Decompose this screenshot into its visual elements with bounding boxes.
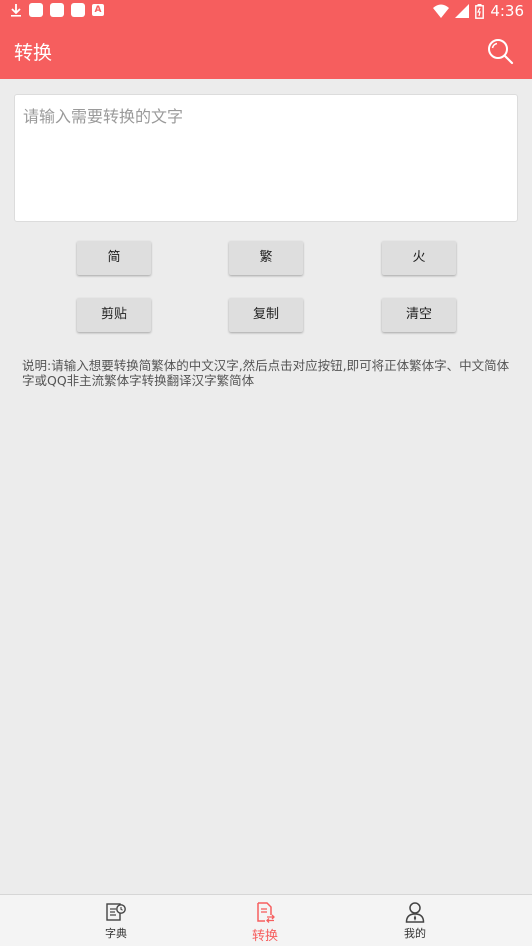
- convert-icon: [257, 902, 275, 923]
- text-input-card: [14, 94, 518, 222]
- nav-item-profile[interactable]: 我的: [375, 901, 455, 941]
- nav-label-convert: 转换: [251, 929, 278, 944]
- search-icon[interactable]: [486, 37, 514, 65]
- signal-icon: [455, 4, 470, 18]
- nav-label-profile: 我的: [404, 927, 426, 940]
- paste-button[interactable]: 剪贴: [77, 298, 151, 332]
- status-bar-left-icons: A: [10, 3, 104, 17]
- mars-text-button[interactable]: 火: [382, 241, 456, 275]
- status-bar: A 4:36: [0, 0, 532, 24]
- wifi-icon: [433, 4, 450, 18]
- battery-icon: [475, 3, 485, 19]
- bottom-nav: 字典 转换 我的: [0, 894, 532, 946]
- traditional-button[interactable]: 繁: [229, 241, 303, 275]
- notification-icon: [29, 3, 43, 17]
- nav-item-dictionary[interactable]: 字典: [76, 901, 156, 941]
- simplified-button[interactable]: 简: [77, 241, 151, 275]
- text-input[interactable]: [15, 95, 517, 221]
- nav-label-dictionary: 字典: [105, 927, 127, 940]
- nav-item-convert[interactable]: 转换: [225, 901, 305, 944]
- profile-icon: [405, 902, 425, 923]
- notification-icon: [71, 3, 85, 17]
- status-bar-right: 4:36: [433, 2, 524, 20]
- app-icon: A: [92, 4, 104, 16]
- download-icon: [11, 4, 21, 17]
- app-bar: 转换: [0, 24, 532, 79]
- notification-icon: [50, 3, 64, 17]
- status-time: 4:36: [490, 2, 524, 20]
- dictionary-icon: [106, 903, 126, 921]
- clear-button[interactable]: 清空: [382, 298, 456, 332]
- copy-button[interactable]: 复制: [229, 298, 303, 332]
- instructions-text: 说明:请输入想要转换简繁体的中文汉字,然后点击对应按钮,即可将正体繁体字、中文简…: [22, 358, 510, 388]
- page-title: 转换: [14, 42, 53, 64]
